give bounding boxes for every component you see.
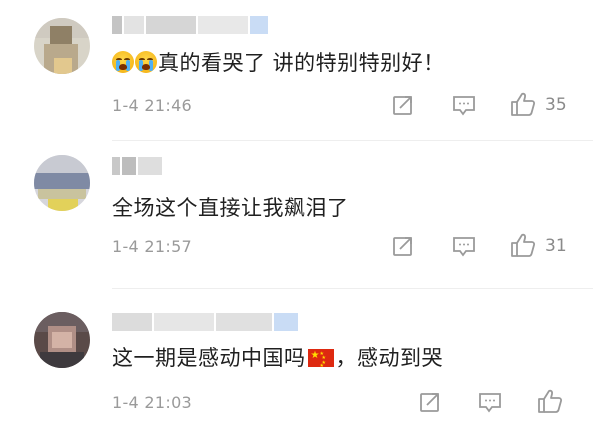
share-icon[interactable] (419, 391, 441, 413)
crying-face-icon (112, 51, 134, 73)
comment-item-3: 这一期是感动中国吗 ★ ★ ★ ★ ★ ，感动到哭 1-4 21:03 (0, 288, 593, 435)
thumbs-up-icon[interactable] (537, 388, 563, 414)
comment-body: 真的看哭了 讲的特别特别好！ (158, 51, 445, 75)
comment-body: 全场这个直接让我飙泪了 (112, 196, 349, 220)
like-count: 35 (545, 95, 567, 115)
username-blurred[interactable] (112, 313, 298, 331)
username-blurred[interactable] (112, 16, 268, 34)
comment-icon[interactable] (452, 95, 476, 117)
avatar[interactable] (34, 312, 90, 368)
comment-text: 真的看哭了 讲的特别特别好！ (112, 50, 445, 76)
timestamp: 1-4 21:57 (112, 237, 193, 256)
share-icon[interactable] (392, 94, 414, 116)
thumbs-up-icon[interactable] (510, 232, 536, 258)
comment-body: 这一期是感动中国吗 (112, 346, 306, 370)
comment-item-2: 全场这个直接让我飙泪了 1-4 21:57 31 (0, 140, 593, 289)
thumbs-up-icon[interactable] (510, 91, 536, 117)
timestamp: 1-4 21:03 (112, 393, 193, 412)
timestamp: 1-4 21:46 (112, 96, 193, 115)
avatar[interactable] (34, 18, 90, 74)
china-flag-icon: ★ ★ ★ ★ ★ (307, 349, 334, 369)
share-icon[interactable] (392, 235, 414, 257)
comment-text: 全场这个直接让我飙泪了 (112, 195, 349, 221)
comment-icon[interactable] (452, 236, 476, 258)
comment-icon[interactable] (478, 392, 502, 414)
comment-body-suffix: ，感动到哭 (335, 346, 443, 370)
username-blurred[interactable] (112, 157, 162, 175)
like-count: 31 (545, 236, 567, 256)
comment-item-1: 真的看哭了 讲的特别特别好！ 1-4 21:46 35 (0, 0, 593, 141)
crying-face-icon (135, 51, 157, 73)
avatar[interactable] (34, 155, 90, 211)
comment-text: 这一期是感动中国吗 ★ ★ ★ ★ ★ ，感动到哭 (112, 345, 443, 371)
